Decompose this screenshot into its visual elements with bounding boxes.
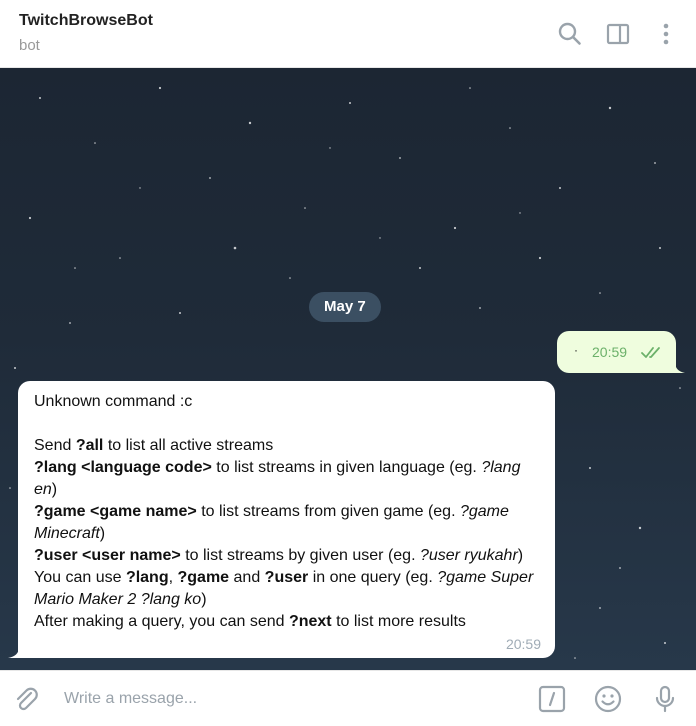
chat-history[interactable]: May 7 · 20:59 Unknown command :c Send ?a… [0, 68, 696, 670]
outgoing-message-text: · [574, 343, 578, 357]
message-line: Mario Maker 2 ?lang ko) [34, 591, 207, 608]
message-line: After making a query, you can send ?next… [34, 613, 466, 630]
message-line: ?game <game name> to list streams from g… [34, 503, 509, 520]
message-line: ?lang <language code> to list streams in… [34, 459, 521, 476]
message-line: Unknown command :c [34, 393, 193, 410]
attach-icon[interactable] [12, 684, 42, 714]
incoming-message-time: 20:59 [505, 636, 541, 652]
outgoing-message-time: 20:59 [592, 344, 628, 360]
message-line: You can use ?lang, ?game and ?user in on… [34, 569, 534, 586]
message-composer [0, 670, 696, 726]
incoming-message[interactable]: Unknown command :c Send ?all to list all… [18, 381, 555, 658]
incoming-bubble-tail [8, 647, 19, 658]
message-input[interactable] [62, 681, 516, 717]
double-check-icon [641, 347, 660, 358]
date-separator: May 7 [309, 292, 381, 322]
outgoing-bubble-tail [675, 362, 685, 373]
outgoing-message[interactable]: · 20:59 [557, 331, 676, 373]
chat-header: TwitchBrowseBot bot [0, 0, 696, 68]
chat-status: bot [19, 37, 40, 54]
more-vertical-icon[interactable] [652, 20, 680, 48]
search-icon[interactable] [556, 20, 584, 48]
message-line: Send ?all to list all active streams [34, 437, 274, 454]
message-line: ?user <user name> to list streams by giv… [34, 547, 524, 564]
emoji-icon[interactable] [593, 684, 623, 714]
bot-command-icon[interactable] [537, 684, 567, 714]
sidebar-toggle-icon[interactable] [604, 20, 632, 48]
message-line: en) [34, 481, 58, 498]
message-line: Minecraft) [34, 525, 106, 542]
microphone-icon[interactable] [650, 684, 680, 714]
chat-title[interactable]: TwitchBrowseBot [19, 12, 153, 30]
